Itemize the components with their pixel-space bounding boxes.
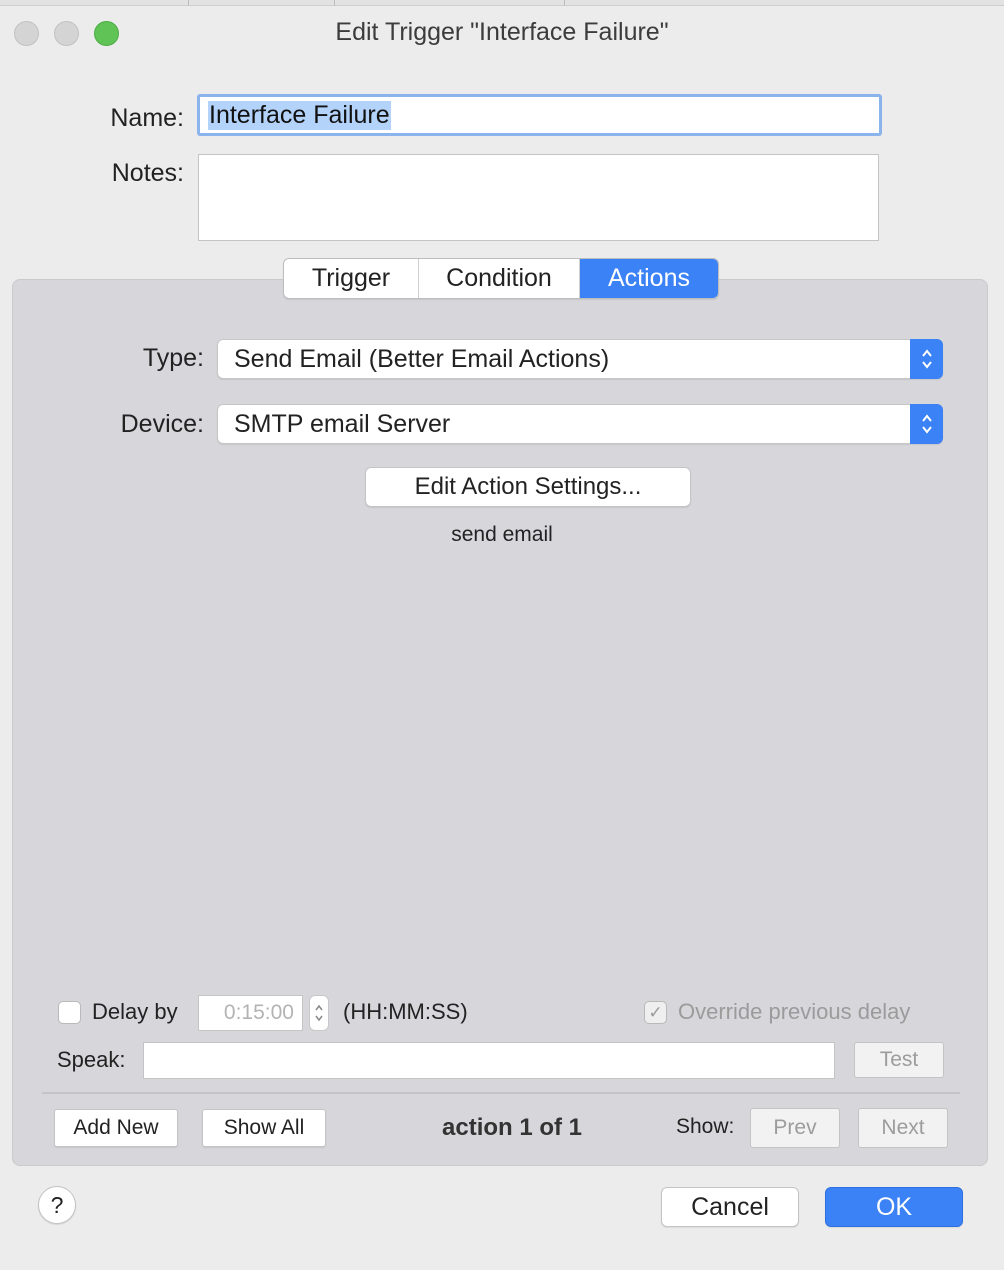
window-top-edge <box>0 0 1004 6</box>
tab-condition[interactable]: Condition <box>419 259 580 298</box>
window-title: Edit Trigger "Interface Failure" <box>335 18 669 46</box>
speak-input[interactable] <box>143 1042 835 1079</box>
title-bar: Edit Trigger "Interface Failure" <box>0 0 1004 66</box>
delay-format-hint: (HH:MM:SS) <box>343 999 468 1024</box>
device-popup[interactable]: SMTP email Server <box>217 404 943 444</box>
type-popup-chevron-icon <box>910 339 943 379</box>
ok-button[interactable]: OK <box>825 1187 963 1227</box>
speak-label: Speak: <box>57 1047 126 1072</box>
cancel-button[interactable]: Cancel <box>661 1187 799 1227</box>
delay-label: Delay by <box>92 999 178 1024</box>
add-new-button[interactable]: Add New <box>54 1109 178 1147</box>
name-input-value: Interface Failure <box>208 100 391 130</box>
stepper-arrows-icon <box>315 1004 323 1022</box>
type-popup[interactable]: Send Email (Better Email Actions) <box>217 339 943 379</box>
tab-bar: Trigger Condition Actions <box>283 258 719 299</box>
name-label: Name: <box>110 104 184 132</box>
device-label: Device: <box>120 410 204 438</box>
divider <box>42 1092 960 1094</box>
show-label: Show: <box>676 1115 735 1138</box>
delay-checkbox[interactable] <box>58 1001 81 1024</box>
override-delay-label: Override previous delay <box>678 999 911 1024</box>
type-popup-value: Send Email (Better Email Actions) <box>234 344 610 373</box>
type-label: Type: <box>142 344 204 372</box>
notes-textarea[interactable] <box>198 154 879 241</box>
device-popup-chevron-icon <box>910 404 943 444</box>
tab-trigger[interactable]: Trigger <box>284 259 419 298</box>
next-button[interactable]: Next <box>858 1108 948 1148</box>
help-button[interactable]: ? <box>38 1186 76 1224</box>
name-input[interactable]: Interface Failure <box>197 94 882 136</box>
action-counter: action 1 of 1 <box>442 1114 583 1141</box>
action-description: send email <box>451 523 553 546</box>
prev-button[interactable]: Prev <box>750 1108 840 1148</box>
delay-stepper[interactable] <box>309 995 329 1031</box>
notes-label: Notes: <box>111 159 184 187</box>
test-button[interactable]: Test <box>854 1042 944 1078</box>
show-all-button[interactable]: Show All <box>202 1109 326 1147</box>
override-delay-checkbox[interactable]: ✓ <box>644 1001 667 1024</box>
edit-action-settings-button[interactable]: Edit Action Settings... <box>365 467 691 507</box>
delay-time-field[interactable]: 0:15:00 <box>198 995 303 1031</box>
tab-actions[interactable]: Actions <box>580 259 718 298</box>
device-popup-value: SMTP email Server <box>234 409 451 438</box>
